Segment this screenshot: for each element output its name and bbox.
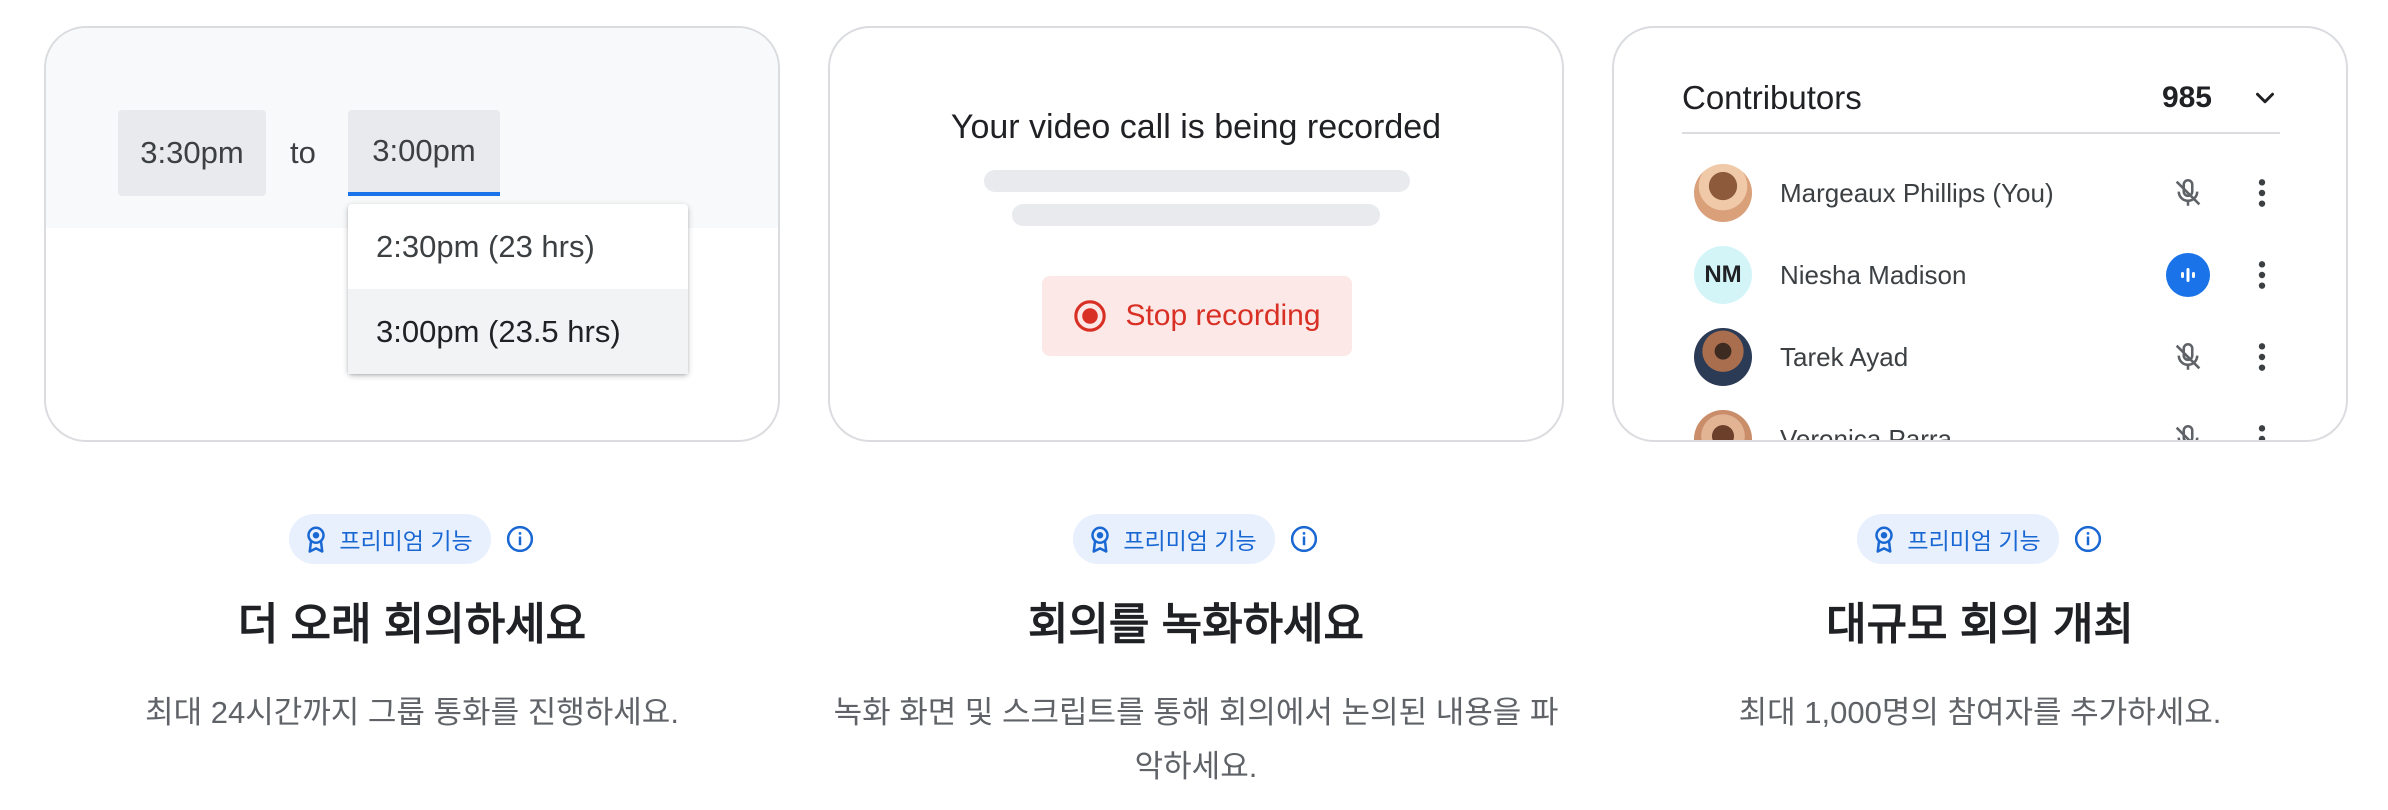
award-ribbon-icon: [1875, 526, 1894, 553]
to-label: to: [290, 135, 316, 170]
feature-large-meetings: Contributors 985 Margeaux Phillips (You)…: [1612, 26, 2348, 730]
avatar: [1694, 164, 1752, 222]
time-picker-card: 3:30pm to 3:00pm 2:30pm (23 hrs) 3:00pm …: [44, 26, 780, 442]
mic-off-icon[interactable]: [2166, 417, 2210, 440]
mic-off-icon[interactable]: [2166, 335, 2210, 379]
end-time-field[interactable]: 3:00pm: [348, 110, 500, 196]
placeholder-line: [984, 170, 1410, 192]
participant-row: Margeaux Phillips (You): [1694, 158, 2274, 228]
premium-badge: 프리미엄 기능: [289, 514, 491, 564]
feature-recording: Your video call is being recorded Stop r…: [828, 26, 1564, 784]
participant-row: Tarek Ayad: [1694, 322, 2274, 392]
feature-description: 최대 24시간까지 그룹 통화를 진행하세요.: [145, 695, 679, 730]
chevron-down-icon[interactable]: [2250, 83, 2280, 113]
participant-name: Margeaux Phillips (You): [1780, 177, 2054, 208]
more-vert-icon[interactable]: [2250, 171, 2274, 215]
info-icon[interactable]: [505, 524, 535, 554]
contributors-title: Contributors: [1682, 79, 1862, 116]
award-ribbon-icon: [1091, 526, 1110, 553]
feature-title: 더 오래 회의하세요: [237, 600, 587, 649]
record-icon: [1074, 300, 1107, 332]
feature-longer-meetings: 3:30pm to 3:00pm 2:30pm (23 hrs) 3:00pm …: [44, 26, 780, 730]
badge-row: 프리미엄 기능: [44, 514, 780, 564]
mic-off-icon[interactable]: [2166, 171, 2210, 215]
award-ribbon-icon: [307, 526, 326, 553]
recording-card: Your video call is being recorded Stop r…: [828, 26, 1564, 442]
stop-recording-button[interactable]: Stop recording: [1042, 276, 1352, 356]
avatar: [1694, 410, 1752, 440]
feature-title: 회의를 녹화하세요: [1027, 600, 1365, 649]
contributors-count: 985: [2161, 81, 2212, 114]
participant-name: Niesha Madison: [1780, 259, 1967, 290]
badge-row: 프리미엄 기능: [1612, 514, 2348, 564]
participant-row: Veronica Parra: [1694, 404, 2274, 442]
premium-badge: 프리미엄 기능: [1857, 514, 2059, 564]
time-option-selected[interactable]: 3:00pm (23.5 hrs): [348, 289, 688, 374]
feature-description: 녹화 화면 및 스크립트를 통해 회의에서 논의된 내용을 파악하세요.: [833, 695, 1559, 784]
badge-row: 프리미엄 기능: [828, 514, 1564, 564]
end-time-dropdown: 2:30pm (23 hrs) 3:00pm (23.5 hrs): [348, 204, 688, 374]
premium-badge-label: 프리미엄 기능: [1123, 528, 1257, 554]
participant-name: Tarek Ayad: [1780, 341, 1909, 372]
premium-badge: 프리미엄 기능: [1073, 514, 1275, 564]
premium-badge-label: 프리미엄 기능: [339, 528, 473, 554]
feature-title: 대규모 회의 개최: [1826, 600, 2134, 649]
recording-status-text: Your video call is being recorded: [950, 108, 1442, 146]
more-vert-icon[interactable]: [2250, 253, 2274, 297]
premium-badge-label: 프리미엄 기능: [1907, 528, 2041, 554]
contributors-card: Contributors 985 Margeaux Phillips (You)…: [1612, 26, 2348, 442]
contributors-header[interactable]: Contributors 985: [1682, 64, 2280, 134]
avatar: NM: [1694, 246, 1752, 304]
stop-recording-label: Stop recording: [1125, 299, 1321, 332]
more-vert-icon[interactable]: [2250, 335, 2274, 379]
time-option[interactable]: 2:30pm (23 hrs): [348, 204, 688, 289]
feature-description: 최대 1,000명의 참여자를 추가하세요.: [1738, 695, 2222, 730]
participant-name: Veronica Parra: [1780, 423, 1952, 442]
more-vert-icon[interactable]: [2250, 417, 2274, 440]
start-time-field[interactable]: 3:30pm: [118, 110, 266, 196]
speaking-icon[interactable]: [2166, 253, 2210, 297]
participant-row: NM Niesha Madison: [1694, 240, 2274, 310]
placeholder-line: [1012, 204, 1380, 226]
avatar: [1694, 328, 1752, 386]
info-icon[interactable]: [2073, 524, 2103, 554]
info-icon[interactable]: [1289, 524, 1319, 554]
